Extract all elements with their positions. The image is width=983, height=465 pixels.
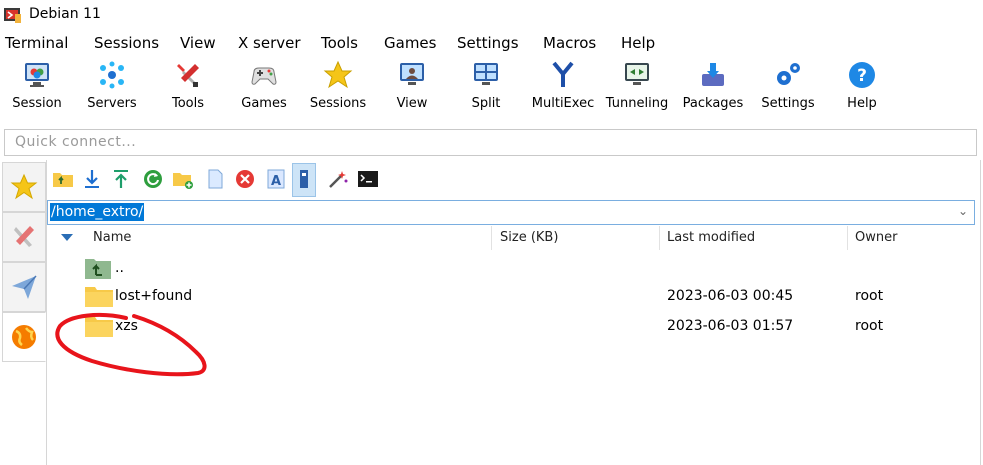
sftp-panel: A /home_extro/ ⌄ Name Size (KB) Last mod… (47, 160, 981, 465)
window-title: Debian 11 (29, 6, 101, 22)
sidebar-tab-sftp[interactable] (2, 312, 46, 362)
folder-icon (85, 317, 113, 337)
folder-icon (85, 287, 113, 307)
globe-icon (12, 325, 36, 349)
menu-x-server[interactable]: X server (238, 34, 301, 52)
menu-macros[interactable]: Macros (543, 34, 596, 52)
table-row[interactable]: lost+found 2023-06-03 00:45 root (47, 282, 973, 310)
table-row[interactable]: xzs 2023-06-03 01:57 root (47, 312, 973, 340)
file-properties-icon (300, 170, 308, 188)
column-divider[interactable] (659, 226, 660, 250)
column-divider[interactable] (491, 226, 492, 250)
packages-button[interactable]: Packages (680, 60, 746, 122)
tools-icon (14, 226, 34, 247)
help-icon: ? (849, 62, 875, 88)
new-folder-icon[interactable] (172, 168, 194, 190)
split-button[interactable]: Split (460, 60, 512, 122)
menu-sessions[interactable]: Sessions (94, 34, 159, 52)
settings-button[interactable]: Settings (757, 60, 819, 122)
tunneling-icon (625, 63, 649, 85)
path-text: /home_extro/ (50, 203, 145, 221)
column-header-modified[interactable]: Last modified (667, 230, 755, 245)
column-header-size[interactable]: Size (KB) (500, 230, 558, 245)
packages-icon (702, 63, 724, 86)
paper-plane-icon (12, 275, 37, 299)
download-icon[interactable] (81, 168, 103, 190)
menu-terminal[interactable]: Terminal (5, 34, 68, 52)
session-button[interactable]: Session (6, 60, 68, 122)
last-modified: 2023-06-03 01:57 (667, 318, 794, 334)
gamepad-icon (251, 67, 277, 85)
split-icon (474, 63, 498, 85)
column-header-owner[interactable]: Owner (855, 230, 897, 245)
rename-icon[interactable]: A (265, 168, 287, 190)
view-icon (400, 63, 424, 85)
file-name: .. (115, 260, 124, 276)
upload-icon[interactable] (110, 168, 132, 190)
owner: root (855, 288, 884, 304)
sidebar-tab-sessions[interactable] (2, 162, 46, 212)
view-button[interactable]: View (386, 60, 438, 122)
last-modified: 2023-06-03 00:45 (667, 288, 794, 304)
svg-text:?: ? (857, 66, 867, 86)
owner: root (855, 318, 884, 334)
sort-descending-icon (61, 234, 73, 241)
app-icon (4, 8, 21, 23)
star-icon (323, 60, 353, 89)
help-button[interactable]: ? Help (838, 60, 886, 122)
new-file-icon[interactable] (204, 168, 226, 190)
menu-tools[interactable]: Tools (321, 34, 358, 52)
sidebar-tab-tools[interactable] (2, 212, 46, 262)
quick-connect-input[interactable] (5, 130, 965, 153)
tools-button[interactable]: Tools (160, 60, 216, 122)
menu-help[interactable]: Help (621, 34, 655, 52)
settings-gears-icon (777, 63, 800, 85)
table-row[interactable]: .. (47, 254, 973, 282)
main-toolbar: Session Servers Tools Games Sessions Vie… (0, 56, 983, 126)
sessions-button[interactable]: Sessions (306, 60, 370, 122)
toggle-hidden-button[interactable] (292, 163, 316, 197)
column-divider[interactable] (847, 226, 848, 250)
tools-icon (177, 64, 199, 87)
sidebar-tab-macros[interactable] (2, 262, 46, 312)
menu-view[interactable]: View (180, 34, 216, 52)
parent-folder-icon (85, 259, 111, 279)
column-header-name[interactable]: Name (93, 230, 131, 245)
parent-folder-icon[interactable] (52, 168, 74, 190)
star-icon (10, 173, 38, 200)
games-button[interactable]: Games (232, 60, 296, 122)
magic-wand-icon[interactable] (327, 168, 349, 190)
monitor-session-icon (25, 63, 49, 87)
left-sidebar (0, 160, 47, 465)
multiexec-icon (552, 61, 574, 87)
servers-button[interactable]: Servers (80, 60, 144, 122)
quick-connect-box (4, 129, 977, 156)
title-bar: Debian 11 (0, 0, 983, 30)
menu-bar: Terminal Sessions View X server Tools Ga… (0, 30, 983, 56)
tunneling-button[interactable]: Tunneling (603, 60, 671, 122)
servers-icon (100, 61, 124, 89)
refresh-icon[interactable] (142, 168, 164, 190)
path-input[interactable]: /home_extro/ ⌄ (47, 200, 975, 225)
terminal-icon[interactable] (357, 168, 379, 190)
svg-text:A: A (271, 174, 281, 189)
delete-icon[interactable] (234, 168, 256, 190)
menu-games[interactable]: Games (384, 34, 436, 52)
file-name: lost+found (115, 288, 193, 304)
menu-settings[interactable]: Settings (457, 34, 519, 52)
multiexec-button[interactable]: MultiExec (530, 60, 596, 122)
chevron-down-icon[interactable]: ⌄ (958, 204, 968, 218)
file-name: xzs (115, 318, 138, 334)
